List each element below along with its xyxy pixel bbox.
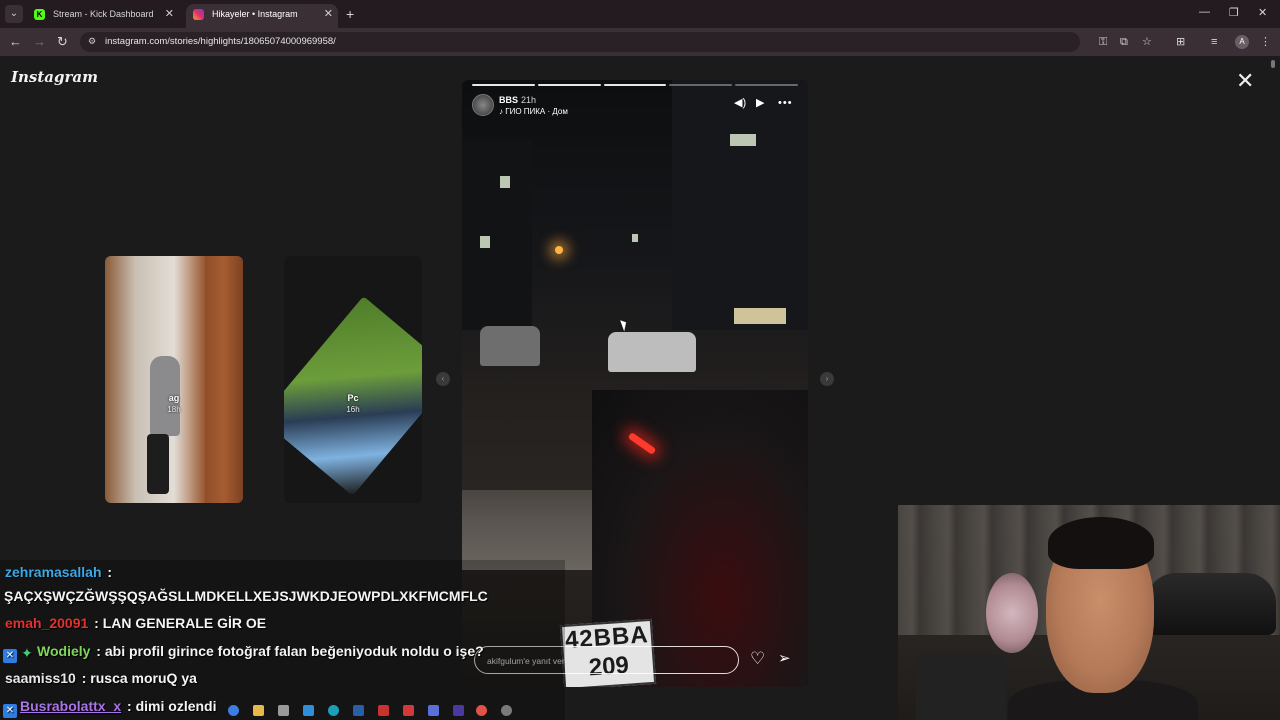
chat-message-text: LAN GENERALE GİR OE bbox=[102, 615, 267, 631]
chat-message-text: rusca moruQ ya bbox=[90, 670, 197, 686]
chat-message: zehramasallah : bbox=[5, 564, 113, 580]
kick-icon: K bbox=[34, 9, 45, 20]
restore-icon[interactable]: ❐ bbox=[1229, 6, 1239, 19]
like-heart-icon[interactable]: ♡ bbox=[750, 650, 765, 668]
story-header: BBS 21h ♪ ГИО ПИКА · Дом ◀) ▶ ••• bbox=[472, 94, 798, 118]
story-preview-previous[interactable]: Pc 16h bbox=[284, 256, 422, 503]
chat-message: ✕ ✦ Wodiely : abi profil girince fotoğraf … bbox=[3, 643, 484, 663]
address-toolbar: ← → ↻ ⚙ instagram.com/stories/highlights… bbox=[0, 28, 1280, 56]
send-icon[interactable]: ➢ bbox=[778, 650, 791, 668]
story-music[interactable]: ♪ ГИО ПИКА · Дом bbox=[499, 107, 568, 116]
chat-message-text: abi profil girince fotoğraf falan beğeni… bbox=[104, 643, 484, 659]
progress-segment bbox=[669, 84, 733, 86]
url-text[interactable]: instagram.com/stories/highlights/1806507… bbox=[105, 36, 336, 47]
new-tab-button[interactable]: + bbox=[346, 6, 354, 22]
more-options-icon[interactable]: ••• bbox=[778, 97, 793, 109]
chat-username: Wodiely bbox=[37, 643, 91, 659]
chat-username: Busrabolattx_x bbox=[20, 698, 122, 714]
address-bar[interactable]: ⚙ instagram.com/stories/highlights/18065… bbox=[80, 32, 1080, 52]
story-avatar[interactable] bbox=[472, 94, 494, 116]
mute-icon[interactable]: ◀) bbox=[734, 97, 746, 109]
story-progress-bar bbox=[472, 84, 798, 86]
play-icon[interactable]: ▶ bbox=[756, 97, 764, 109]
preview-image bbox=[205, 256, 243, 503]
install-app-icon[interactable]: ⧉ bbox=[1120, 35, 1128, 49]
close-tab-icon[interactable]: ✕ bbox=[165, 4, 174, 24]
chat-username: emah_20091 bbox=[5, 615, 89, 631]
tab-kick-dashboard[interactable]: K Stream - Kick Dashboard ✕ bbox=[27, 4, 179, 28]
story-time: 21h bbox=[521, 95, 537, 105]
chat-username: saamiss10 bbox=[5, 670, 76, 686]
previous-story-arrow-icon[interactable]: ‹ bbox=[436, 372, 450, 386]
edge-taskbar-icon[interactable] bbox=[328, 705, 339, 716]
tab-strip: ⌄ K Stream - Kick Dashboard ✕ Hikayeler … bbox=[0, 0, 1280, 28]
progress-segment bbox=[537, 84, 601, 86]
instagram-icon bbox=[193, 9, 204, 20]
app-taskbar-icon[interactable] bbox=[278, 705, 289, 716]
street-lamp bbox=[555, 246, 563, 254]
acrobat-taskbar-icon[interactable] bbox=[378, 705, 389, 716]
next-story-arrow-icon[interactable]: › bbox=[820, 372, 834, 386]
chat-message-text: ŞAÇXŞWÇZĞWŞŞQŞAĞSLLMDKELLXEJSJWKDJEOWPDL… bbox=[4, 588, 488, 604]
browser-menu-icon[interactable]: ⋮ bbox=[1260, 35, 1271, 49]
close-tab-icon[interactable]: ✕ bbox=[324, 4, 333, 24]
chat-message: ✕ Busrabolattx_x : dimi ozlendi bbox=[3, 698, 217, 718]
site-info-icon[interactable]: ⚙ bbox=[88, 36, 96, 47]
progress-segment bbox=[472, 84, 535, 86]
profile-avatar[interactable]: A bbox=[1235, 35, 1249, 49]
progress-segment bbox=[603, 84, 667, 86]
music-note-icon: ♪ bbox=[499, 107, 503, 116]
wall-sign bbox=[986, 573, 1038, 653]
reload-icon[interactable]: ↻ bbox=[57, 34, 68, 50]
chrome-taskbar-icon[interactable] bbox=[476, 705, 487, 716]
instagram-logo[interactable]: Instagram bbox=[11, 68, 98, 86]
preview-username: Pc bbox=[347, 393, 359, 403]
scrollbar[interactable] bbox=[1271, 60, 1275, 68]
media-controls-icon[interactable]: ≡ bbox=[1211, 35, 1217, 49]
webcam-overlay bbox=[898, 505, 1280, 720]
close-story-icon[interactable]: ✕ bbox=[1236, 70, 1254, 92]
photoshop-taskbar-icon[interactable] bbox=[353, 705, 364, 716]
settings-taskbar-icon[interactable] bbox=[501, 705, 512, 716]
preview-time: 18h bbox=[167, 405, 181, 414]
story-username[interactable]: BBS bbox=[499, 95, 518, 105]
verified-icon: ✦ bbox=[21, 645, 33, 661]
stream-chat-overlay: zehramasallah : ŞAÇXŞWÇZĞWŞŞQŞAĞSLLMDKEL… bbox=[0, 560, 565, 720]
tab-instagram[interactable]: Hikayeler • Instagram ✕ bbox=[186, 4, 338, 28]
chat-message: emah_20091 : LAN GENERALE GİR OE bbox=[5, 615, 267, 631]
password-key-icon[interactable]: ⚿ bbox=[1099, 35, 1107, 49]
story-preview-previous[interactable]: ag 18h bbox=[105, 256, 243, 503]
preview-time: 16h bbox=[346, 405, 360, 414]
chrome-taskbar-icon[interactable] bbox=[228, 705, 239, 716]
badge-icon: ✕ bbox=[3, 649, 17, 663]
close-window-icon[interactable]: ✕ bbox=[1258, 6, 1267, 19]
premiere-taskbar-icon[interactable] bbox=[453, 705, 464, 716]
folder-taskbar-icon[interactable] bbox=[253, 705, 264, 716]
bookmark-star-icon[interactable]: ☆ bbox=[1142, 35, 1152, 49]
chat-username: zehramasallah bbox=[5, 564, 102, 580]
car-decor bbox=[1146, 573, 1276, 635]
extensions-icon[interactable]: ⊞ bbox=[1176, 35, 1185, 49]
app-taskbar-icon[interactable] bbox=[403, 705, 414, 716]
tab-title: Stream - Kick Dashboard bbox=[53, 9, 154, 19]
badge-icon: ✕ bbox=[3, 704, 17, 718]
back-icon[interactable]: ← bbox=[9, 34, 22, 50]
tab-title: Hikayeler • Instagram bbox=[212, 9, 298, 19]
app-taskbar-icon[interactable] bbox=[428, 705, 439, 716]
forward-icon[interactable]: → bbox=[33, 34, 46, 50]
preview-username: ag bbox=[168, 393, 180, 403]
chat-message-text: dimi ozlendi bbox=[135, 698, 217, 714]
store-taskbar-icon[interactable] bbox=[303, 705, 314, 716]
minimize-icon[interactable]: — bbox=[1199, 6, 1210, 18]
chat-message: saamiss10 : rusca moruQ ya bbox=[5, 670, 197, 686]
progress-segment bbox=[735, 84, 798, 86]
tab-search-icon[interactable]: ⌄ bbox=[5, 5, 23, 23]
windows-taskbar bbox=[218, 702, 518, 720]
